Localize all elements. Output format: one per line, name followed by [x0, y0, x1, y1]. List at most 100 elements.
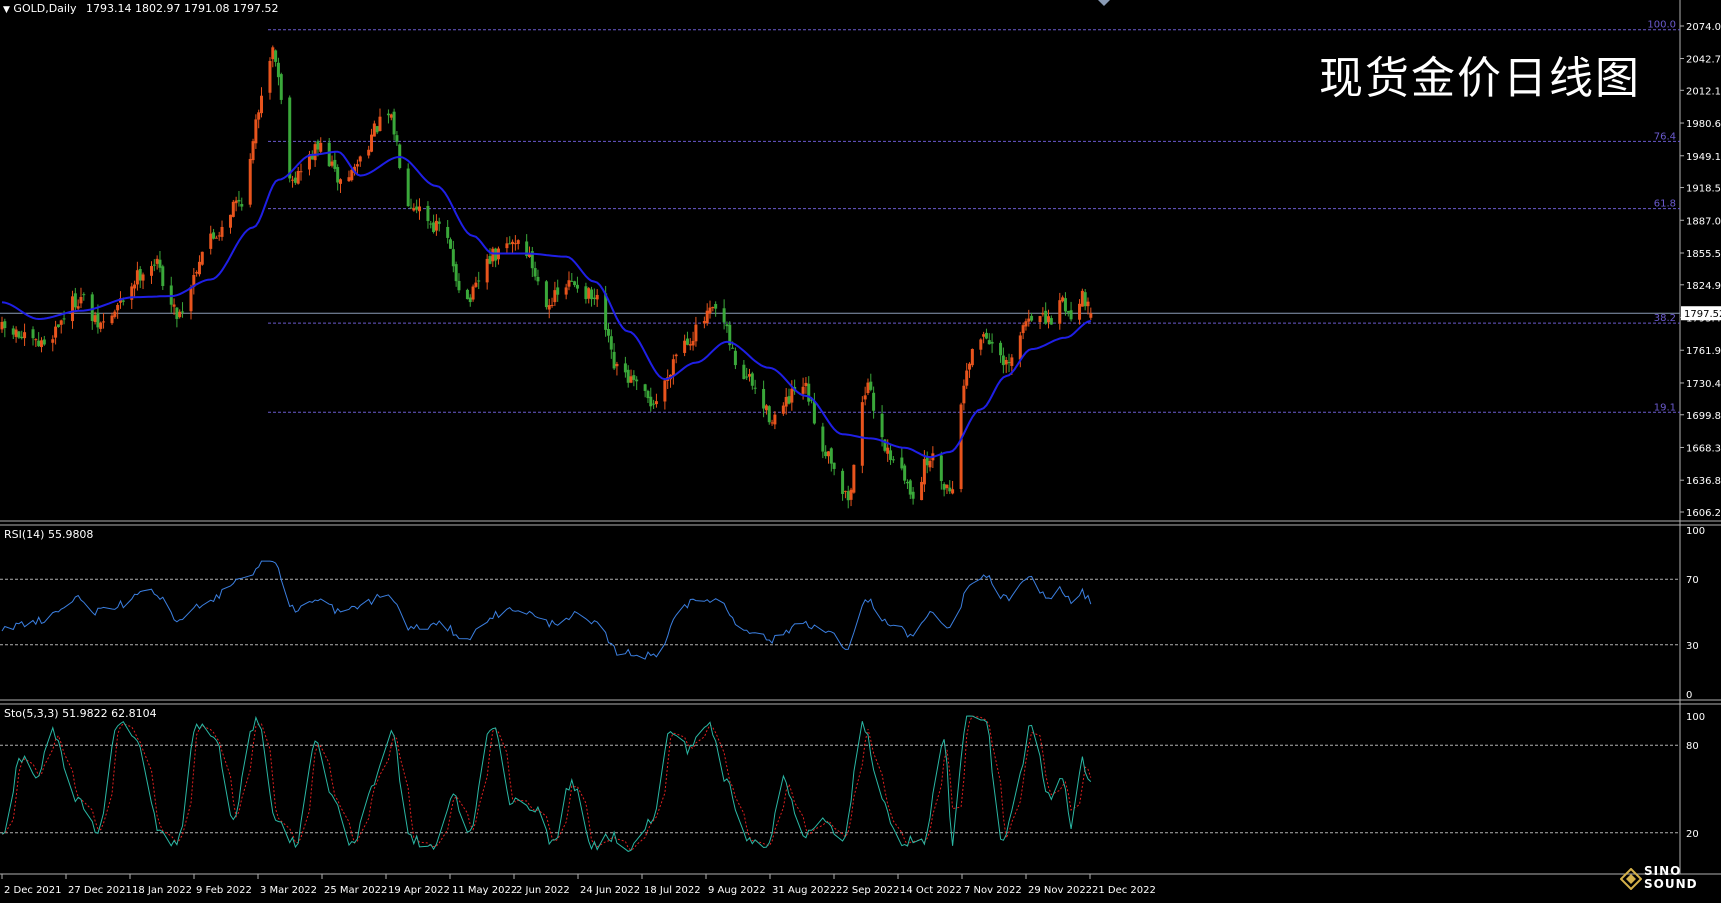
candle-body — [606, 328, 610, 336]
candle-body — [296, 171, 300, 184]
candle-body — [615, 363, 619, 367]
candle-body — [358, 156, 362, 162]
candle-body — [93, 315, 97, 322]
fib-level-label: 19.1 — [1654, 402, 1676, 413]
candle-body — [102, 321, 106, 323]
candle-body — [714, 304, 718, 309]
candle-body — [197, 261, 201, 275]
candle-body — [790, 388, 794, 403]
candle-body — [386, 113, 390, 116]
candle-body — [635, 379, 639, 382]
candle-body — [705, 310, 709, 324]
candle-body — [415, 206, 419, 210]
candle-body — [553, 290, 557, 303]
candle-body — [212, 232, 216, 239]
date-tick-label: 18 Jan 2022 — [132, 885, 192, 896]
candle-body — [90, 294, 94, 321]
candle-body — [711, 306, 715, 309]
candle-body — [1083, 292, 1087, 307]
candle-body — [595, 294, 599, 300]
ohlc-readout: 1793.14 1802.97 1791.08 1797.52 — [86, 2, 279, 15]
candle-body — [1038, 316, 1042, 323]
candle-body — [327, 142, 331, 167]
candle-body — [691, 340, 695, 346]
candle-body — [646, 390, 650, 399]
candle-body — [1030, 315, 1034, 321]
candle-body — [959, 404, 963, 490]
candle-body — [1047, 316, 1051, 323]
candle-body — [702, 321, 706, 324]
candle-body — [195, 272, 199, 274]
chart-overlay-title: 现货金价日线图 — [1319, 53, 1641, 104]
candle-body — [172, 304, 176, 307]
date-tick-label: 21 Dec 2022 — [1092, 885, 1156, 896]
candle-body — [762, 388, 766, 409]
trading-chart[interactable]: 100.0 76.4 61.8 38.2 19.1 2074.00 2042.70 2012… — [0, 0, 1721, 899]
candle-body — [903, 465, 907, 481]
candle-body — [1018, 335, 1022, 360]
candle-body — [471, 286, 475, 300]
candle-body — [82, 294, 86, 296]
candle-body — [395, 135, 399, 142]
candle-body — [564, 287, 568, 295]
date-tick-label: 18 Jul 2022 — [644, 885, 701, 896]
price-tick-label: 2012.10 — [1686, 86, 1721, 97]
candle-body — [150, 266, 154, 276]
fib-level-label: 61.8 — [1654, 199, 1676, 210]
candle-body — [155, 258, 159, 264]
candle-body — [79, 296, 83, 304]
candle-body — [426, 205, 430, 222]
candle-body — [1049, 318, 1053, 325]
candle-body — [990, 341, 994, 344]
candle-body — [347, 177, 351, 182]
candle-body — [488, 256, 492, 264]
candle-body — [1021, 325, 1025, 334]
price-tick-label: 1855.50 — [1686, 249, 1721, 260]
candle-body — [654, 401, 658, 405]
candle-body — [781, 405, 785, 414]
candle-body — [110, 315, 114, 324]
candle-body — [39, 340, 43, 348]
candle-body — [248, 158, 252, 205]
price-tick-label: 2042.70 — [1686, 55, 1721, 66]
candle-body — [742, 364, 746, 380]
candle-body — [773, 414, 777, 425]
date-tick-label: 7 Nov 2022 — [964, 885, 1022, 896]
candle-body — [446, 226, 450, 238]
price-tick-label: 1636.80 — [1686, 476, 1721, 487]
candle-body — [152, 264, 156, 266]
candle-body — [889, 450, 893, 460]
candle-body — [31, 329, 35, 339]
candle-body — [550, 304, 554, 307]
date-tick-label: 9 Feb 2022 — [196, 885, 252, 896]
candle-body — [970, 348, 974, 366]
candle-body — [643, 384, 647, 391]
candle-body — [468, 297, 472, 303]
candle-body — [807, 383, 811, 402]
candle-body — [474, 282, 478, 287]
logo-wordmark: SINO SOUND — [1644, 864, 1698, 891]
chart-canvas[interactable]: 100.0 76.4 61.8 38.2 19.1 2074.00 2042.70 2012… — [0, 0, 1721, 899]
candle-body — [567, 280, 571, 287]
triangle-down-icon[interactable]: ▼ — [3, 5, 10, 15]
date-tick-label: 19 Apr 2022 — [388, 885, 450, 896]
candle-body — [372, 123, 376, 137]
candle-body — [1027, 318, 1031, 322]
date-tick-label: 2 Jun 2022 — [516, 885, 570, 896]
candle-body — [1004, 359, 1008, 365]
candle-body — [231, 201, 235, 217]
candle-body — [1086, 301, 1090, 307]
candle-body — [573, 281, 577, 286]
candle-body — [609, 336, 613, 350]
date-tick-label: 11 May 2022 — [452, 885, 517, 896]
fib-level-label: 76.4 — [1654, 131, 1676, 142]
candle-body — [860, 402, 864, 466]
candle-body — [350, 169, 354, 181]
candle-body — [181, 311, 185, 313]
candle-body — [623, 363, 627, 373]
candle-body — [392, 111, 396, 135]
candle-body — [968, 363, 972, 370]
candle-body — [872, 392, 876, 411]
candle-body — [333, 159, 337, 169]
rsi-panel-title: RSI(14) 55.9808 — [4, 528, 94, 541]
